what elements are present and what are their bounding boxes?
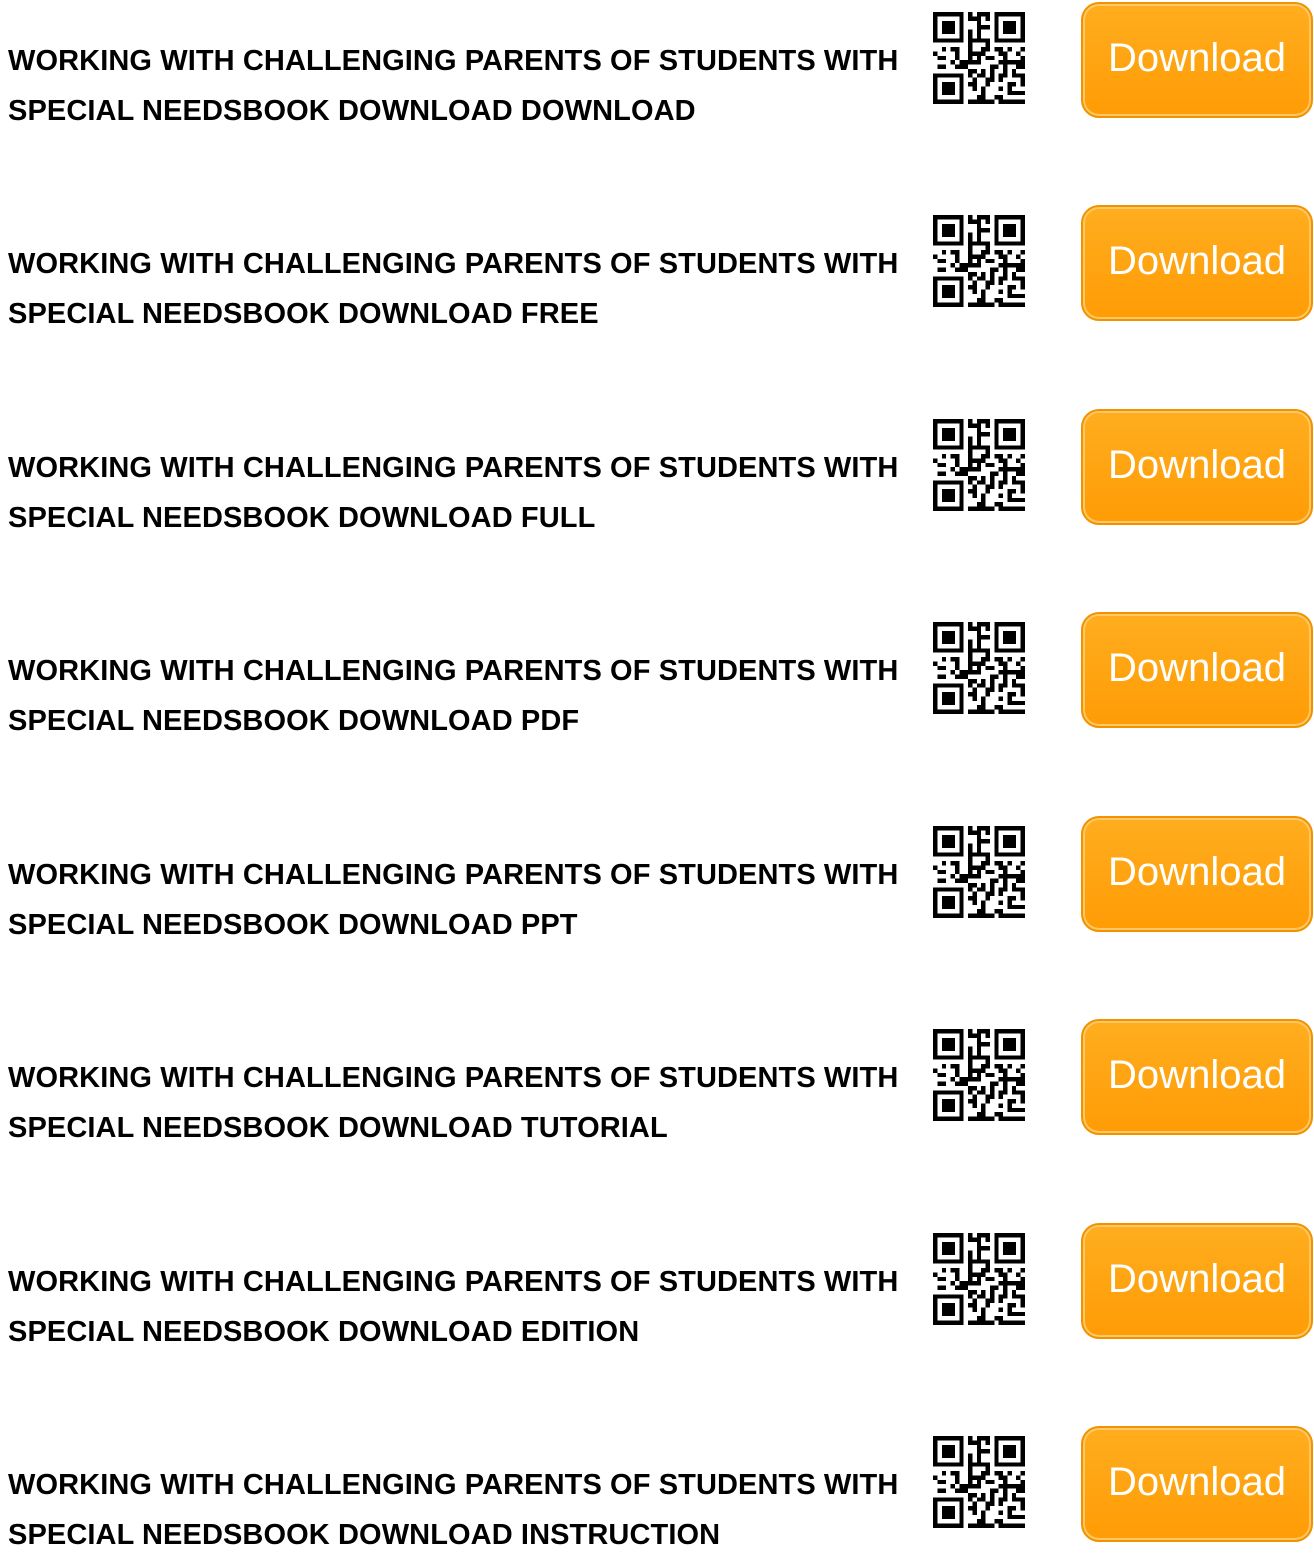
qr-code-icon bbox=[933, 12, 1025, 104]
qr-code-icon bbox=[933, 1233, 1025, 1325]
download-button[interactable]: Download bbox=[1081, 1426, 1313, 1542]
qr-code-icon bbox=[933, 419, 1025, 511]
download-button[interactable]: Download bbox=[1081, 816, 1313, 932]
book-title: WORKING WITH CHALLENGING PARENTS OF STUD… bbox=[8, 1062, 899, 1144]
download-list: WORKING WITH CHALLENGING PARENTS OF STUD… bbox=[0, 0, 1314, 1551]
list-item: WORKING WITH CHALLENGING PARENTS OF STUD… bbox=[0, 814, 1314, 941]
book-title: WORKING WITH CHALLENGING PARENTS OF STUD… bbox=[8, 248, 899, 330]
qr-code-icon bbox=[933, 826, 1025, 918]
download-button[interactable]: Download bbox=[1081, 2, 1313, 118]
list-item: WORKING WITH CHALLENGING PARENTS OF STUD… bbox=[0, 610, 1314, 737]
book-title: WORKING WITH CHALLENGING PARENTS OF STUD… bbox=[8, 452, 899, 534]
qr-code-icon bbox=[933, 622, 1025, 714]
list-item: WORKING WITH CHALLENGING PARENTS OF STUD… bbox=[0, 203, 1314, 330]
download-button[interactable]: Download bbox=[1081, 1223, 1313, 1339]
download-button[interactable]: Download bbox=[1081, 612, 1313, 728]
list-item: WORKING WITH CHALLENGING PARENTS OF STUD… bbox=[0, 1017, 1314, 1144]
download-button[interactable]: Download bbox=[1081, 205, 1313, 321]
list-item: WORKING WITH CHALLENGING PARENTS OF STUD… bbox=[0, 1424, 1314, 1551]
qr-code-icon bbox=[933, 1436, 1025, 1528]
list-item: WORKING WITH CHALLENGING PARENTS OF STUD… bbox=[0, 1221, 1314, 1348]
qr-code-icon bbox=[933, 215, 1025, 307]
qr-code-icon bbox=[933, 1029, 1025, 1121]
list-item: WORKING WITH CHALLENGING PARENTS OF STUD… bbox=[0, 0, 1314, 127]
book-title: WORKING WITH CHALLENGING PARENTS OF STUD… bbox=[8, 1266, 899, 1348]
download-button[interactable]: Download bbox=[1081, 409, 1313, 525]
book-title: WORKING WITH CHALLENGING PARENTS OF STUD… bbox=[8, 655, 899, 737]
book-title: WORKING WITH CHALLENGING PARENTS OF STUD… bbox=[8, 859, 899, 941]
book-title: WORKING WITH CHALLENGING PARENTS OF STUD… bbox=[8, 45, 899, 127]
download-button[interactable]: Download bbox=[1081, 1019, 1313, 1135]
list-item: WORKING WITH CHALLENGING PARENTS OF STUD… bbox=[0, 407, 1314, 534]
book-title: WORKING WITH CHALLENGING PARENTS OF STUD… bbox=[8, 1469, 899, 1551]
